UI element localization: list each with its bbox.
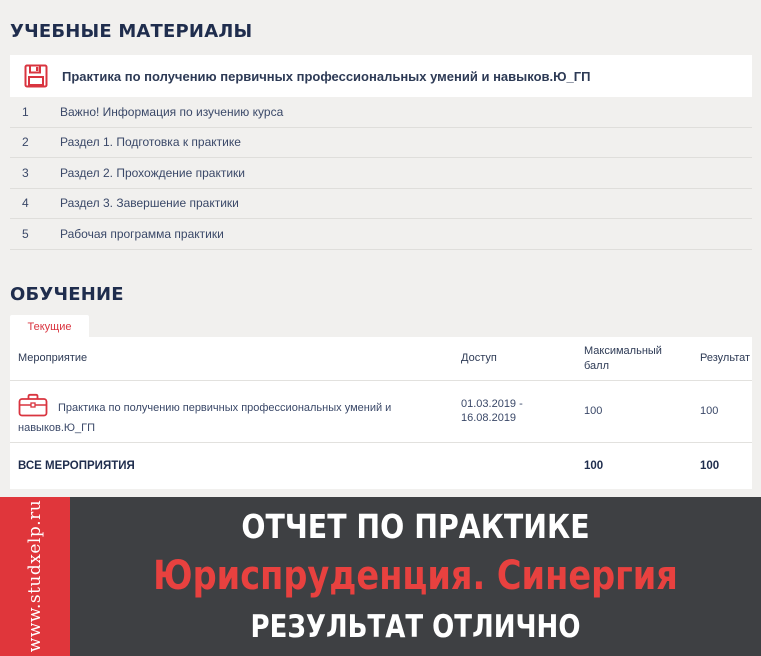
list-item[interactable]: 2 Раздел 1. Подготовка к практике (10, 128, 752, 158)
tab-current[interactable]: Текущие (10, 315, 89, 339)
list-item[interactable]: 1 Важно! Информация по изучению курса (10, 97, 752, 128)
materials-section-title: УЧЕБНЫЕ МАТЕРИАЛЫ (10, 21, 253, 42)
event-result: 100 (700, 405, 719, 417)
table-row[interactable]: Практика по получению первичных професси… (10, 381, 752, 443)
learning-section-title: ОБУЧЕНИЕ (10, 284, 124, 305)
column-header-event: Мероприятие (18, 352, 88, 364)
events-table: Мероприятие Доступ Максимальный балл Рез… (10, 337, 752, 489)
event-access-dates: 01.03.2019 - 16.08.2019 (461, 398, 523, 424)
list-item-link[interactable]: Важно! Информация по изучению курса (60, 105, 283, 119)
column-header-result: Результат (700, 352, 751, 364)
total-result: 100 (700, 460, 720, 472)
banner-result: РЕЗУЛЬТАТ ОТЛИЧНО (250, 609, 581, 645)
banner-subject: Юриспруденция. Синергия (153, 553, 678, 599)
table-total-row: ВСЕ МЕРОПРИЯТИЯ 100 100 (10, 443, 752, 489)
list-item[interactable]: 5 Рабочая программа практики (10, 219, 752, 250)
banner-heading: ОТЧЕТ ПО ПРАКТИКЕ (241, 507, 590, 546)
list-item-number: 2 (22, 135, 29, 150)
column-header-max-score: Максимальный балл (584, 345, 662, 372)
materials-list: 1 Важно! Информация по изучению курса 2 … (10, 97, 752, 250)
list-item-number: 4 (22, 196, 29, 211)
list-item-number: 3 (22, 165, 29, 180)
list-item-link[interactable]: Рабочая программа практики (60, 227, 224, 241)
list-item-link[interactable]: Раздел 1. Подготовка к практике (60, 135, 241, 149)
list-item-link[interactable]: Раздел 2. Прохождение практики (60, 166, 245, 180)
event-max-score: 100 (584, 405, 603, 417)
promo-banner: www.studxelp.ru ОТЧЕТ ПО ПРАКТИКЕ Юриспр… (0, 497, 761, 656)
course-card[interactable]: Практика по получению первичных професси… (10, 55, 752, 97)
banner-side-strip: www.studxelp.ru (0, 497, 70, 656)
table-header: Мероприятие Доступ Максимальный балл Рез… (10, 337, 752, 381)
list-item[interactable]: 3 Раздел 2. Прохождение практики (10, 158, 752, 189)
course-title[interactable]: Практика по получению первичных професси… (62, 69, 590, 84)
column-header-access: Доступ (461, 352, 497, 364)
floppy-disk-icon (24, 64, 48, 88)
total-max-score: 100 (584, 460, 604, 472)
list-item[interactable]: 4 Раздел 3. Завершение практики (10, 189, 752, 219)
list-item-number: 5 (22, 226, 29, 241)
list-item-number: 1 (22, 104, 29, 119)
banner-website: www.studxelp.ru (25, 499, 45, 653)
total-label: ВСЕ МЕРОПРИЯТИЯ (18, 460, 135, 472)
event-title-link[interactable]: Практика по получению первичных професси… (18, 398, 418, 438)
list-item-link[interactable]: Раздел 3. Завершение практики (60, 196, 239, 210)
